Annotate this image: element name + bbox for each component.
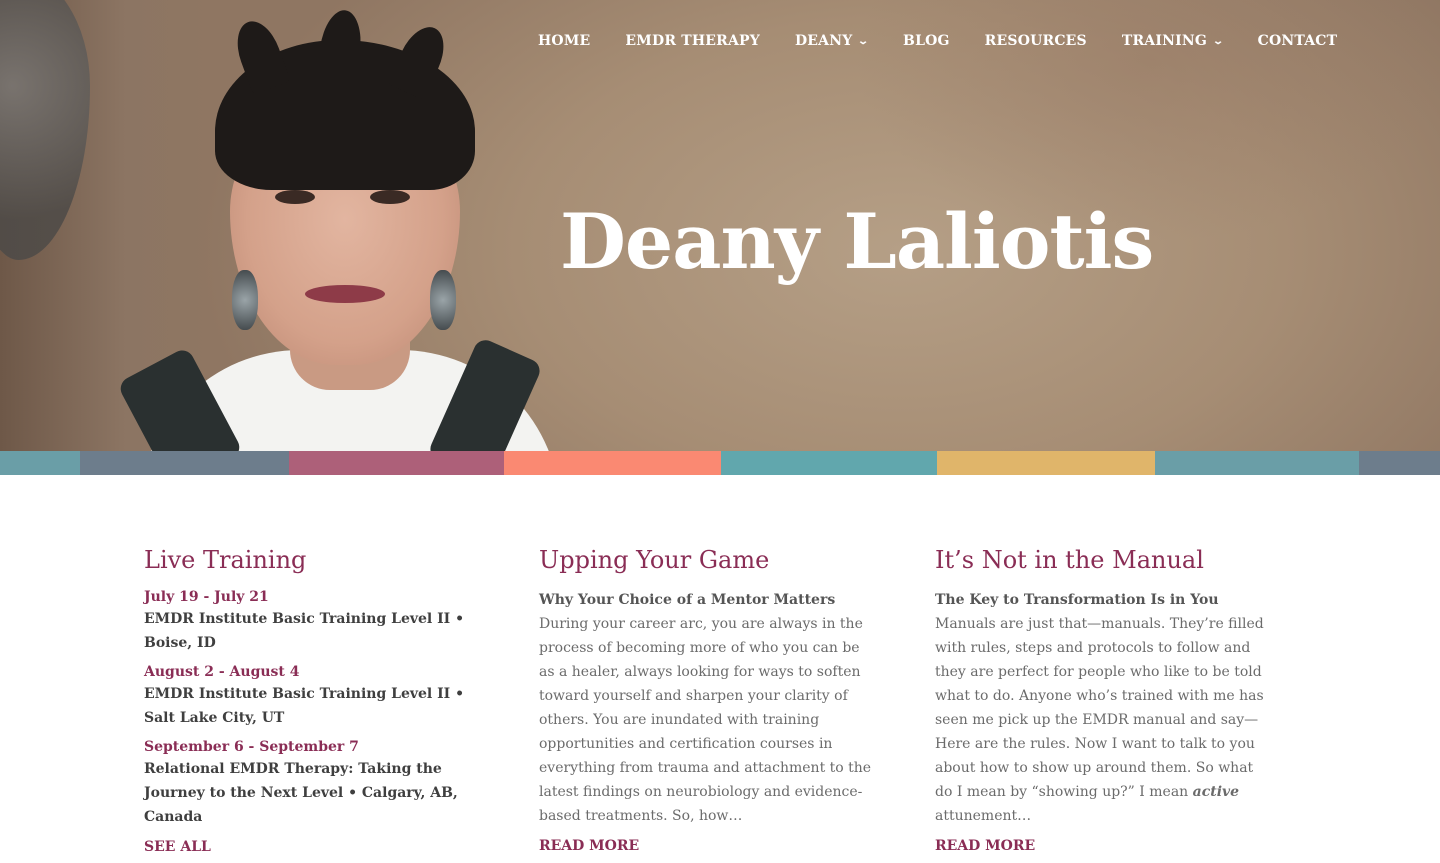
event-date: July 19 - July 21: [144, 589, 269, 605]
nav-item-training[interactable]: TRAINING ⌄: [1121, 33, 1225, 49]
hero-banner: HOME EMDR THERAPY DEANY ⌄ BLOG RESOURCES…: [0, 0, 1440, 451]
nav-item-label: DEANY: [794, 33, 853, 49]
hero-portrait-photo: [116, 7, 560, 451]
nav-item-home[interactable]: HOME: [538, 33, 590, 49]
post-excerpt: During your career arc, you are always i…: [539, 616, 872, 824]
read-more-link[interactable]: READ MORE: [539, 836, 639, 856]
excerpt-emphasis: active: [1192, 784, 1240, 800]
event-date: August 2 - August 4: [144, 664, 300, 680]
event-title[interactable]: Relational EMDR Therapy: Taking the Jour…: [144, 757, 499, 829]
nav-item-label: RESOURCES: [984, 33, 1087, 49]
nav-item-label: CONTACT: [1257, 33, 1338, 49]
chevron-down-icon: ⌄: [1212, 35, 1225, 47]
nav-item-label: HOME: [538, 33, 591, 49]
band-segment: [1359, 451, 1440, 475]
band-segment: [289, 451, 504, 475]
band-segment: [1155, 451, 1359, 475]
event-date: September 6 - September 7: [144, 739, 359, 755]
chevron-down-icon: ⌄: [857, 35, 870, 47]
color-band: [0, 451, 1440, 475]
nav-item-label: EMDR THERAPY: [625, 33, 760, 49]
nav-item-contact[interactable]: CONTACT: [1258, 33, 1338, 49]
event-item: September 6 - September 7 Relational EMD…: [144, 737, 499, 829]
excerpt-text: Manuals are just that—manuals. They’re f…: [935, 616, 1264, 800]
read-more-link[interactable]: READ MORE: [935, 836, 1035, 856]
nav-item-resources[interactable]: RESOURCES: [985, 33, 1087, 49]
event-title[interactable]: EMDR Institute Basic Training Level II •…: [144, 607, 499, 655]
nav-item-deany[interactable]: DEANY ⌄: [794, 33, 870, 49]
see-all-link[interactable]: SEE ALL: [144, 837, 211, 857]
nav-item-emdr-therapy[interactable]: EMDR THERAPY: [625, 33, 760, 49]
event-title[interactable]: EMDR Institute Basic Training Level II •…: [144, 682, 499, 730]
live-training-section: Live Training July 19 - July 21 EMDR Ins…: [144, 545, 499, 857]
event-item: August 2 - August 4 EMDR Institute Basic…: [144, 662, 499, 730]
upping-your-game-section: Upping Your Game Why Your Choice of a Me…: [539, 545, 874, 856]
post-heading[interactable]: It’s Not in the Manual: [935, 545, 1270, 575]
band-segment: [504, 451, 721, 475]
hero-title: Deany Laliotis: [560, 197, 1154, 286]
band-segment: [80, 451, 289, 475]
not-in-manual-section: It’s Not in the Manual The Key to Transf…: [935, 545, 1270, 856]
excerpt-text: attunement…: [935, 808, 1032, 824]
live-training-heading: Live Training: [144, 546, 307, 574]
band-segment: [937, 451, 1155, 475]
post-subheading: Why Your Choice of a Mentor Matters: [539, 592, 836, 608]
band-segment: [0, 451, 80, 475]
post-excerpt: Manuals are just that—manuals. They’re f…: [935, 612, 1270, 828]
main-nav: HOME EMDR THERAPY DEANY ⌄ BLOG RESOURCES…: [538, 30, 1337, 52]
post-heading[interactable]: Upping Your Game: [539, 545, 874, 575]
band-segment: [721, 451, 937, 475]
nav-item-blog[interactable]: BLOG: [903, 33, 950, 49]
nav-item-label: BLOG: [903, 33, 950, 49]
nav-item-label: TRAINING: [1121, 33, 1208, 49]
post-subheading: The Key to Transformation Is in You: [935, 592, 1219, 608]
event-item: July 19 - July 21 EMDR Institute Basic T…: [144, 587, 499, 655]
